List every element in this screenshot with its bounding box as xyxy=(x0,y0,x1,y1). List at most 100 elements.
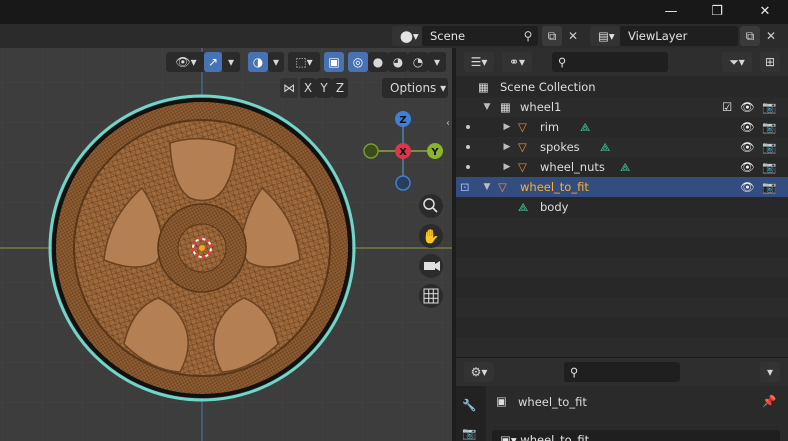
outliner-row-wheel1[interactable]: ▼ ▦ wheel1 ☑ 👁 📷 xyxy=(456,97,788,117)
mirror-y-toggle[interactable]: Y xyxy=(316,78,332,98)
camera-icon[interactable]: 📷 xyxy=(762,179,776,195)
shading-dropdown[interactable]: ▾ xyxy=(428,52,446,72)
properties-search-input[interactable]: ⚲ xyxy=(564,362,680,382)
overlays-dropdown[interactable]: ▾ xyxy=(268,52,284,72)
filter-dropdown[interactable]: ⏷▾ xyxy=(722,52,752,72)
options-dropdown[interactable]: Options ▾ xyxy=(382,78,448,98)
collection-box-icon: ▦ xyxy=(478,80,489,94)
expand-triangle-icon[interactable]: ▶ xyxy=(502,159,512,175)
edit-mode-dot[interactable] xyxy=(466,125,470,129)
chevron-down-icon: ▾ xyxy=(436,81,447,95)
object-origin xyxy=(199,245,205,251)
maximize-button[interactable]: ❐ xyxy=(702,2,732,22)
eye-icon[interactable]: 👁 xyxy=(740,99,755,115)
delete-scene-icon[interactable]: ✕ xyxy=(563,27,583,45)
editor-type-dropdown[interactable]: ⚙▾ xyxy=(464,362,494,382)
edit-mode-icon[interactable]: ⊡ xyxy=(460,179,470,195)
new-view-layer-button[interactable]: ⧉ xyxy=(740,26,760,46)
options-dropdown[interactable]: ▾ xyxy=(760,362,780,382)
eye-icon[interactable]: 👁 xyxy=(740,179,755,195)
sidebar-toggle-icon[interactable]: ‹ xyxy=(446,118,450,129)
outliner-item-label: wheel_nuts xyxy=(540,160,605,174)
xray-toggle[interactable]: ▣ xyxy=(324,52,344,72)
gizmo-y-negative[interactable] xyxy=(363,143,379,159)
outliner-row-body[interactable]: ⟁ body xyxy=(456,197,788,217)
editor-type-dropdown[interactable]: ☰▾ xyxy=(464,52,494,72)
expand-triangle-icon[interactable]: ▶ xyxy=(502,139,512,155)
outliner-empty-row xyxy=(456,257,788,277)
outliner-row-wheel-to-fit[interactable]: ⊡ ▼ ▽ wheel_to_fit 👁 📷 xyxy=(456,177,788,197)
outliner-row-rim[interactable]: ▶ ▽ rim ⟁ 👁 📷 xyxy=(456,117,788,137)
camera-icon[interactable]: 📷 xyxy=(762,139,776,155)
edit-mode-dot[interactable] xyxy=(466,165,470,169)
display-mode-icon: ⚭▾ xyxy=(508,55,526,69)
shading-material[interactable]: ◕ xyxy=(388,52,408,72)
view-layer-dropdown[interactable]: ▤▾ xyxy=(590,26,620,46)
object-name-label: wheel_to_fit xyxy=(518,395,587,409)
outliner-row-wheel-nuts[interactable]: ▶ ▽ wheel_nuts ⟁ 👁 📷 xyxy=(456,157,788,177)
camera-icon[interactable]: 📷 xyxy=(762,99,776,115)
eye-icon: 👁▾ xyxy=(175,55,197,69)
outliner-search-input[interactable]: ⚲ xyxy=(552,52,668,72)
gizmo-dropdown[interactable]: ▾ xyxy=(222,52,240,72)
outliner-item-label: body xyxy=(540,200,569,214)
chevron-down-icon: ▾ xyxy=(766,365,774,379)
collection-box-icon: ▦ xyxy=(500,100,511,114)
delete-view-layer-icon[interactable]: ✕ xyxy=(761,27,781,45)
window-titlebar: — ❐ ✕ xyxy=(0,0,788,24)
outliner-row-spokes[interactable]: ▶ ▽ spokes ⟁ 👁 📷 xyxy=(456,137,788,157)
viewport-header: 👁▾ ↗ ▾ ◑ ▾ ⬚▾ ▣ ◎ ● ◕ ◔ ▾ ⋈ X Y Z Option… xyxy=(0,48,452,98)
collapse-triangle-icon[interactable]: ▼ xyxy=(482,99,492,115)
new-collection-icon: ⊞ xyxy=(764,55,776,69)
new-collection-button[interactable]: ⊞ xyxy=(760,52,780,72)
chevron-down-icon: ▾ xyxy=(433,55,441,69)
overlays-icon: ◑ xyxy=(252,55,264,69)
scene-type-dropdown[interactable]: ⬤▾ xyxy=(392,26,422,46)
gizmo-x-label: X xyxy=(399,147,407,158)
display-mode-dropdown[interactable]: ⚭▾ xyxy=(502,52,532,72)
overlays-toggle[interactable]: ◑ xyxy=(248,52,268,72)
eye-icon[interactable]: 👁 xyxy=(740,119,755,135)
camera-icon[interactable]: 📷 xyxy=(762,159,776,175)
new-scene-button[interactable]: ⧉ xyxy=(542,26,562,46)
gizmo-z-negative[interactable] xyxy=(395,175,411,191)
minimize-button[interactable]: — xyxy=(656,2,686,22)
search-icon: ⚲ xyxy=(558,55,567,69)
zoom-button[interactable] xyxy=(419,194,443,218)
mirror-x-toggle[interactable]: X xyxy=(300,78,316,98)
solid-sphere-icon: ● xyxy=(372,55,384,69)
shading-wireframe[interactable]: ◎ xyxy=(348,52,368,72)
tool-tab-icon[interactable]: 🔧 xyxy=(462,398,476,412)
chevron-down-icon: ▾ xyxy=(272,55,280,69)
search-icon: ⚲ xyxy=(570,365,579,379)
pin-icon[interactable]: ⚲ xyxy=(518,27,538,45)
3d-viewport[interactable]: Z X Y ✋ ‹ 👁▾ ↗ ▾ ◑ ▾ ⬚▾ ▣ ◎ ● ◕ ◔ ▾ ⋈ X … xyxy=(0,48,452,441)
collapse-triangle-icon[interactable]: ▼ xyxy=(482,179,492,195)
gizmo-toggle[interactable]: ↗ xyxy=(204,52,222,72)
funnel-icon: ⏷▾ xyxy=(729,55,745,69)
checkbox-icon[interactable]: ☑ xyxy=(722,99,732,115)
view-layer-name-field[interactable]: ViewLayer xyxy=(620,26,738,46)
gizmo-icon: ↗ xyxy=(207,55,219,69)
mirror-z-toggle[interactable]: Z xyxy=(332,78,348,98)
object-icon: ▣ xyxy=(496,394,507,408)
shading-solid[interactable]: ● xyxy=(368,52,388,72)
object-name-field[interactable]: ▣▾ wheel_to_fit xyxy=(492,430,780,441)
expand-triangle-icon[interactable]: ▶ xyxy=(502,119,512,135)
mesh-edit-overlay-dropdown[interactable]: ⬚▾ xyxy=(288,52,320,72)
object-icon: ▣▾ xyxy=(500,433,521,441)
outliner-row-scene-collection[interactable]: ▦ Scene Collection xyxy=(456,77,788,97)
render-tab-icon[interactable]: 📷 xyxy=(462,426,476,440)
perspective-toggle-button[interactable] xyxy=(419,284,443,308)
mirror-options-button[interactable]: ⋈ xyxy=(280,78,298,98)
gizmo-y-label: Y xyxy=(430,147,439,158)
close-button[interactable]: ✕ xyxy=(750,2,780,22)
camera-icon[interactable]: 📷 xyxy=(762,119,776,135)
eye-icon[interactable]: 👁 xyxy=(740,139,755,155)
eye-icon[interactable]: 👁 xyxy=(740,159,755,175)
pin-icon[interactable]: 📌 xyxy=(762,394,776,408)
visibility-dropdown[interactable]: 👁▾ xyxy=(166,52,206,72)
shading-rendered[interactable]: ◔ xyxy=(408,52,428,72)
viewport-canvas[interactable]: Z X Y ✋ ‹ xyxy=(0,48,452,441)
edit-mode-dot[interactable] xyxy=(466,145,470,149)
